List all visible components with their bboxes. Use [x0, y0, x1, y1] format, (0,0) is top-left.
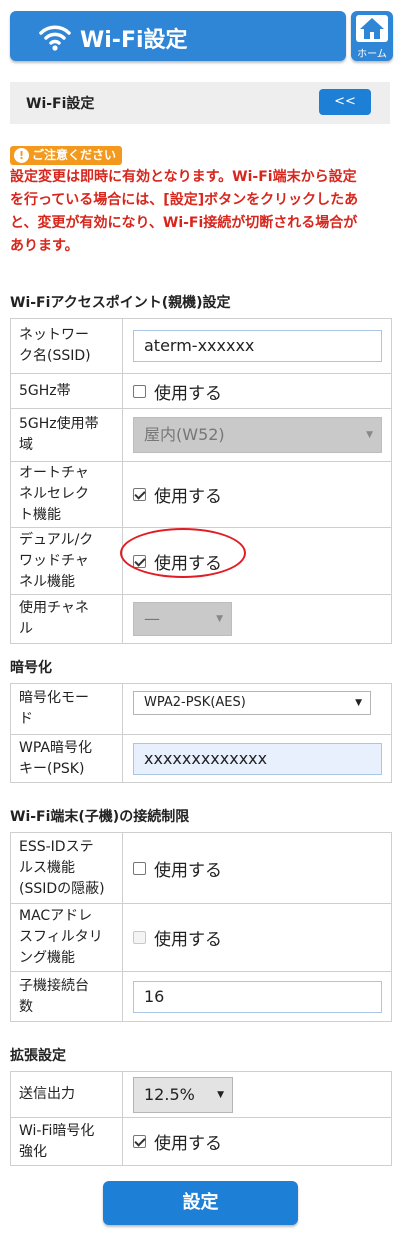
- home-icon: [356, 15, 388, 42]
- back-button[interactable]: <<: [319, 89, 371, 115]
- caution-line: 設定変更は即時に有効となります。Wi-Fi端末から設定: [10, 169, 357, 185]
- tx-power-select[interactable]: 12.5% ▼: [133, 1076, 233, 1113]
- channel-select[interactable]: — ▼: [133, 602, 232, 636]
- enc-mode-row: 暗号化モード WPA2-PSK(AES) ▼: [11, 684, 391, 734]
- band5-checkbox[interactable]: 使用する: [133, 379, 222, 404]
- mac-filter-checkbox[interactable]: 使用する: [133, 925, 222, 950]
- auto-channel-row: オートチャ ネルセレク ト機能 使用する: [11, 461, 391, 527]
- connection-limit-table: ESS-IDステ ルス機能 (SSIDの隠蔽) 使用する MACアドレ スフィルタリン…: [10, 832, 392, 1022]
- caution-line: あります。: [10, 238, 79, 254]
- auto-channel-label: オートチャ ネルセレク ト機能: [11, 462, 123, 527]
- ssid-row: ネットワー ク名(SSID) aterm-xxxxxx: [11, 319, 391, 373]
- caution-message: 設定変更は即時に有効となります。Wi-Fi端末から設定 を行っている場合には、[…: [10, 166, 395, 258]
- section-heading: Wi-Fi設定: [26, 96, 95, 112]
- home-button[interactable]: ホーム: [351, 11, 393, 61]
- chevron-down-icon: ▼: [355, 697, 362, 708]
- encryption-title: 暗号化: [10, 660, 52, 676]
- mac-filter-row: MACアドレ スフィルタリ ング機能 使用する: [11, 903, 391, 971]
- psk-input[interactable]: xxxxxxxxxxxxx: [133, 742, 382, 775]
- band5-row: 5GHz帯 使用する: [11, 373, 391, 408]
- ssid-label: ネットワー ク名(SSID): [11, 319, 123, 373]
- auto-channel-checkbox[interactable]: 使用する: [133, 482, 222, 507]
- enc-mode-select[interactable]: WPA2-PSK(AES) ▼: [133, 690, 371, 715]
- psk-row: WPA暗号化 キー(PSK) xxxxxxxxxxxxx: [11, 734, 391, 782]
- band5-label: 5GHz帯: [11, 374, 123, 408]
- dual-channel-label: デュアル/ク ワッドチャ ネル機能: [11, 528, 123, 594]
- wifi-icon: [39, 25, 71, 51]
- channel-label: 使用チャネル: [11, 595, 123, 643]
- checkbox-box[interactable]: [133, 384, 146, 398]
- page-title: Wi-Fi設定: [80, 28, 188, 53]
- ap-settings-table: ネットワー ク名(SSID) aterm-xxxxxx 5GHz帯 使用する 5G…: [10, 318, 392, 644]
- chevron-down-icon: ▼: [216, 614, 223, 624]
- encryption-table: 暗号化モード WPA2-PSK(AES) ▼ WPA暗号化 キー(PSK) xxxx…: [10, 683, 392, 783]
- mac-filter-label: MACアドレ スフィルタリ ング機能: [11, 904, 123, 971]
- checkbox-box[interactable]: [133, 931, 146, 944]
- checkbox-box[interactable]: [133, 488, 146, 501]
- caution-line: と、変更が有効になり、Wi-Fi接続が切断される場合が: [10, 215, 358, 231]
- caution-badge-label: ご注意ください: [32, 148, 117, 162]
- psk-label: WPA暗号化 キー(PSK): [11, 735, 123, 782]
- essid-stealth-row: ESS-IDステ ルス機能 (SSIDの隠蔽) 使用する: [11, 833, 391, 903]
- caution-line: を行っている場合には、[設定]ボタンをクリックしたあ: [10, 192, 359, 208]
- enc-strengthen-row: Wi-Fi暗号化 強化 使用する: [11, 1117, 391, 1165]
- enc-strengthen-checkbox[interactable]: 使用する: [133, 1129, 222, 1154]
- highlight-circle: [120, 528, 246, 578]
- client-count-label: 子機接続台数: [11, 972, 123, 1021]
- submit-button[interactable]: 設定: [103, 1181, 298, 1225]
- essid-stealth-label: ESS-IDステ ルス機能 (SSIDの隠蔽): [11, 833, 123, 903]
- connection-limit-title: Wi-Fi端末(子機)の接続制限: [10, 809, 190, 825]
- chevron-down-icon: ▼: [217, 1089, 224, 1100]
- tx-power-row: 送信出力 12.5% ▼: [11, 1072, 391, 1117]
- extended-settings-title: 拡張設定: [10, 1048, 66, 1064]
- tx-power-label: 送信出力: [11, 1072, 123, 1117]
- ap-settings-title: Wi-Fiアクセスポイント(親機)設定: [10, 295, 231, 311]
- essid-stealth-checkbox[interactable]: 使用する: [133, 856, 222, 881]
- channel-row: 使用チャネル — ▼: [11, 594, 391, 643]
- client-count-input[interactable]: 16: [133, 980, 382, 1013]
- band5-use-row: 5GHz使用帯域 屋内(W52) ▼: [11, 408, 391, 461]
- page-header: Wi-Fi設定: [10, 11, 346, 61]
- exclamation-icon: !: [14, 148, 29, 163]
- client-count-row: 子機接続台数 16: [11, 971, 391, 1021]
- checkbox-box[interactable]: [133, 1135, 146, 1148]
- ssid-input[interactable]: aterm-xxxxxx: [133, 330, 382, 362]
- enc-mode-label: 暗号化モード: [11, 684, 123, 734]
- home-label: ホーム: [357, 49, 387, 60]
- band5-use-select[interactable]: 屋内(W52) ▼: [133, 417, 382, 453]
- checkbox-box[interactable]: [133, 861, 146, 875]
- extended-settings-table: 送信出力 12.5% ▼ Wi-Fi暗号化 強化 使用する: [10, 1071, 392, 1166]
- breadcrumb-bar: Wi-Fi設定 <<: [10, 82, 390, 124]
- chevron-down-icon: ▼: [366, 430, 373, 440]
- band5-use-label: 5GHz使用帯域: [11, 409, 123, 461]
- caution-badge: ! ご注意ください: [10, 146, 123, 165]
- enc-strengthen-label: Wi-Fi暗号化 強化: [11, 1118, 123, 1165]
